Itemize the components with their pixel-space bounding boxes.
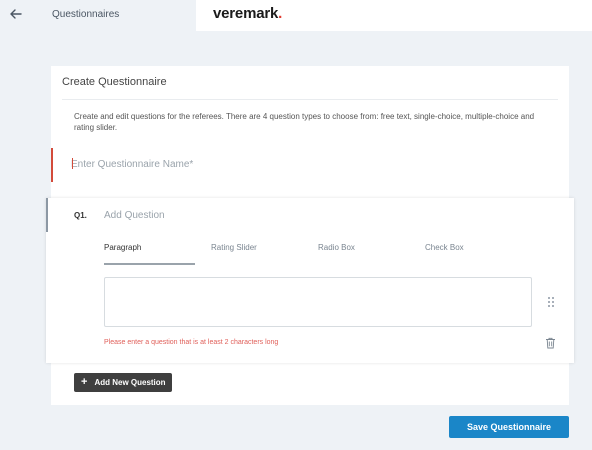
arrow-left-icon[interactable] — [8, 6, 24, 22]
add-new-question-label: Add New Question — [94, 378, 166, 387]
trash-icon[interactable] — [545, 337, 556, 349]
add-new-question-button[interactable]: + Add New Question — [74, 373, 172, 392]
plus-icon: + — [81, 376, 88, 388]
question-input[interactable] — [104, 207, 404, 223]
card-title: Create Questionnaire — [62, 76, 167, 88]
active-tab-underline — [104, 263, 195, 265]
top-bar-right: veremark. — [196, 0, 592, 31]
page-title: Questionnaires — [52, 9, 120, 20]
tab-rating-slider[interactable]: Rating Slider — [211, 243, 257, 252]
question-marker — [46, 198, 48, 232]
text-cursor — [72, 158, 73, 169]
required-marker — [51, 148, 53, 182]
logo-text: veremark — [213, 5, 279, 22]
card-description: Create and edit questions for the refere… — [74, 112, 535, 132]
tab-paragraph[interactable]: Paragraph — [104, 243, 141, 252]
questionnaire-name-input[interactable] — [71, 154, 471, 174]
tab-radio-box[interactable]: Radio Box — [318, 243, 355, 252]
question-panel: Q1. Paragraph Rating Slider Radio Box Ch… — [46, 198, 574, 363]
question-error-message: Please enter a question that is at least… — [104, 339, 279, 346]
paragraph-answer-field[interactable] — [104, 277, 532, 327]
drag-handle-icon[interactable] — [547, 296, 555, 308]
divider — [62, 99, 558, 100]
tab-check-box[interactable]: Check Box — [425, 243, 464, 252]
logo: veremark. — [213, 5, 282, 22]
create-questionnaire-card: Create Questionnaire Create and edit que… — [46, 66, 574, 405]
save-questionnaire-button[interactable]: Save Questionnaire — [449, 416, 569, 438]
question-number: Q1. — [74, 211, 87, 220]
top-bar-left: Questionnaires — [0, 0, 196, 31]
logo-dot: . — [278, 5, 283, 22]
